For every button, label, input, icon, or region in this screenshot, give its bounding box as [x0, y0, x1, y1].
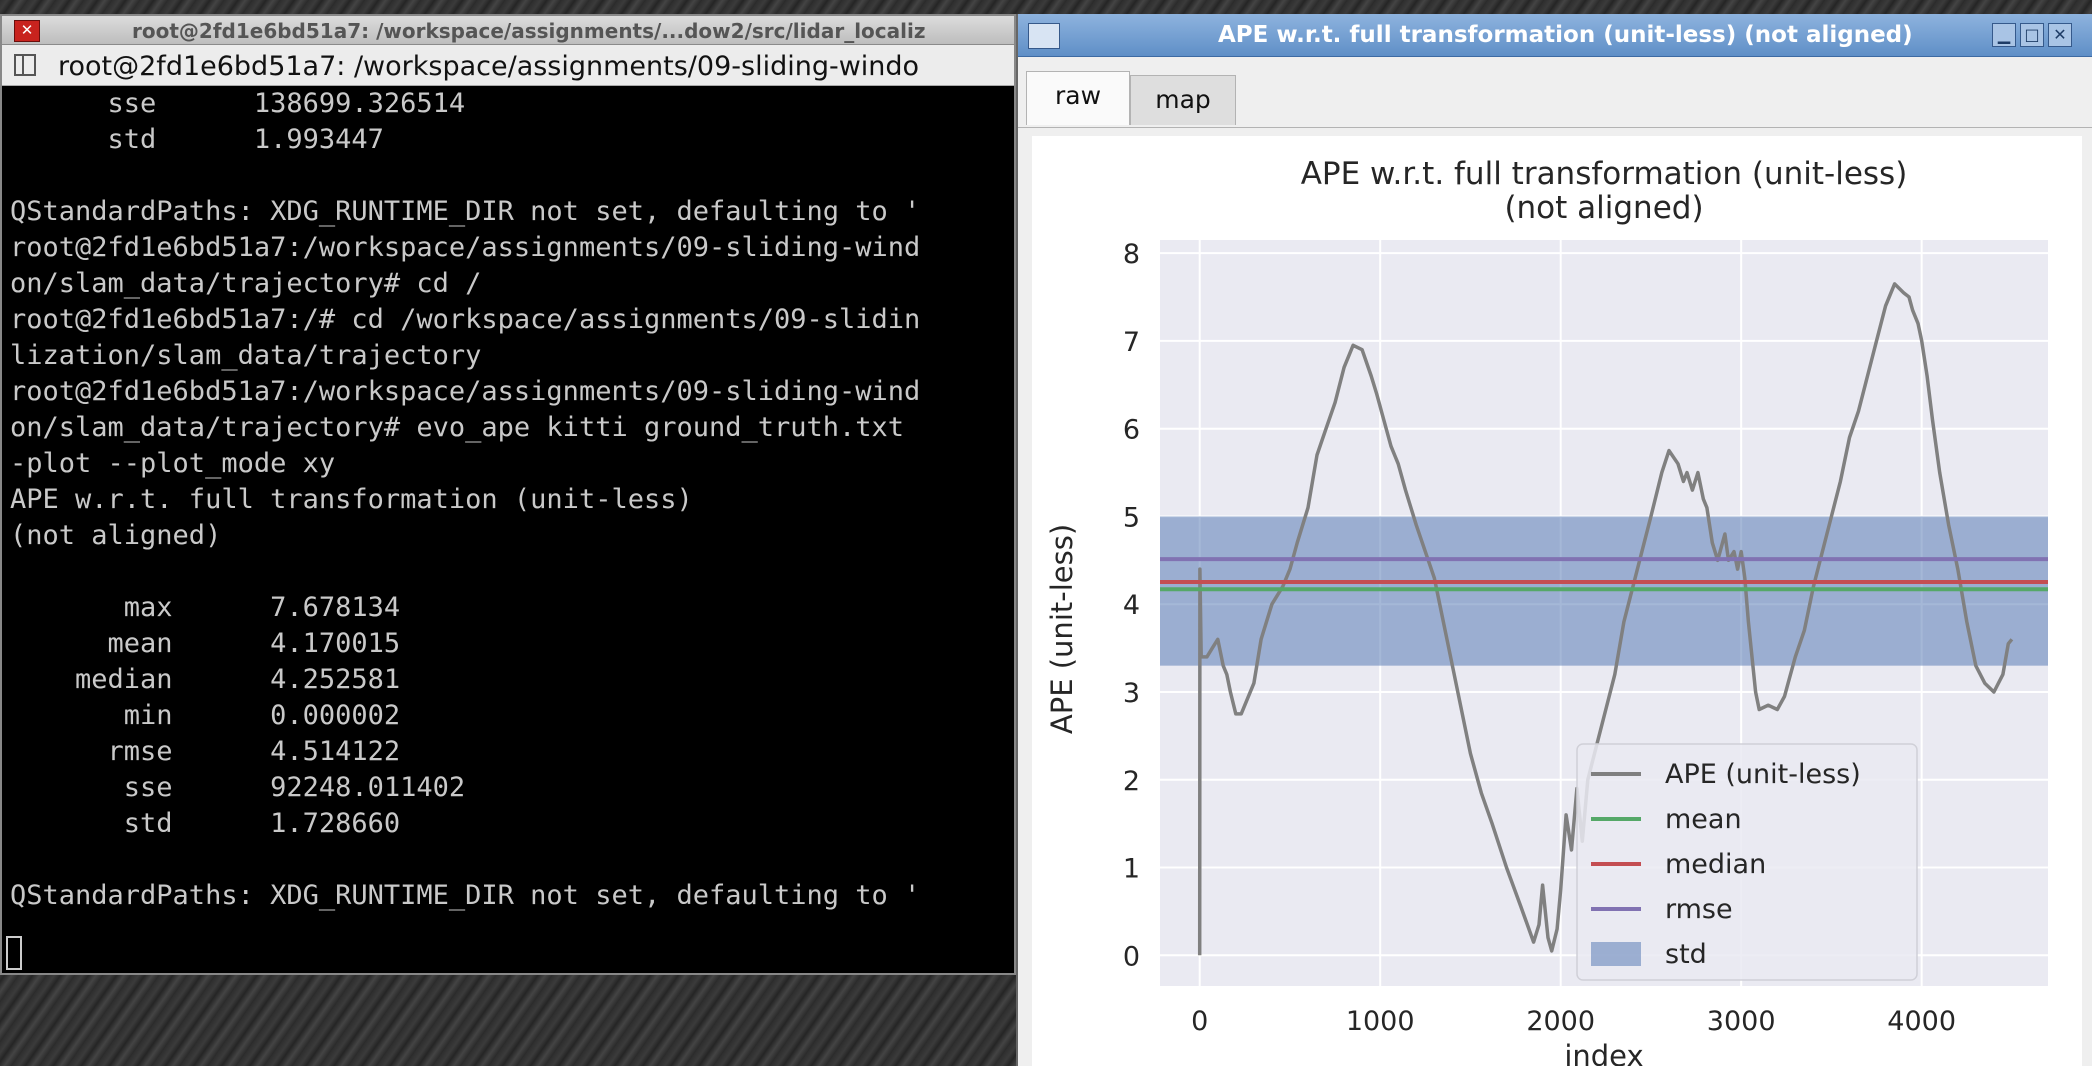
- close-icon[interactable]: ✕: [2048, 23, 2072, 47]
- plot-titlebar[interactable]: APE w.r.t. full transformation (unit-les…: [1018, 14, 2092, 57]
- terminal-line: sse 92248.011402: [10, 772, 466, 803]
- terminal-line: root@2fd1e6bd51a7:/workspace/assignments…: [10, 376, 921, 407]
- x-tick-label: 2000: [1526, 1006, 1595, 1037]
- y-tick-label: 7: [1123, 327, 1140, 358]
- terminal-titlebar[interactable]: ✕ root@2fd1e6bd51a7: /workspace/assignme…: [2, 16, 1014, 45]
- ape-chart: APE w.r.t. full transformation (unit-les…: [1032, 136, 2082, 1066]
- window-menu-icon[interactable]: [1028, 23, 1060, 49]
- y-tick-label: 0: [1123, 941, 1140, 972]
- terminal-line: root@2fd1e6bd51a7:/# cd /workspace/assig…: [10, 304, 921, 335]
- plot-tab-bar: raw map: [1018, 57, 2092, 127]
- plot-window[interactable]: APE w.r.t. full transformation (unit-les…: [1016, 14, 2092, 1066]
- terminal-line: APE w.r.t. full transformation (unit-les…: [10, 484, 693, 515]
- legend-label: rmse: [1665, 894, 1733, 925]
- terminal-window[interactable]: ✕ root@2fd1e6bd51a7: /workspace/assignme…: [0, 14, 1016, 975]
- terminal-tab-bar[interactable]: root@2fd1e6bd51a7: /workspace/assignment…: [2, 45, 1014, 86]
- legend-label: std: [1665, 939, 1707, 970]
- x-tick-label: 1000: [1346, 1006, 1415, 1037]
- y-tick-label: 4: [1123, 590, 1140, 621]
- terminal-line: -plot --plot_mode xy: [10, 448, 336, 479]
- chart-subtitle: (not aligned): [1504, 190, 1703, 226]
- tab-raw[interactable]: raw: [1026, 71, 1130, 125]
- terminal-tab-label[interactable]: root@2fd1e6bd51a7: /workspace/assignment…: [58, 51, 919, 82]
- close-icon[interactable]: ✕: [14, 20, 40, 42]
- x-tick-label: 3000: [1707, 1006, 1776, 1037]
- terminal-line: median 4.252581: [10, 664, 401, 695]
- tab-divider: [1018, 127, 2092, 128]
- y-tick-label: 3: [1123, 678, 1140, 709]
- x-tick-label: 0: [1191, 1006, 1208, 1037]
- y-tick-label: 2: [1123, 766, 1140, 797]
- terminal-tab-icon: [14, 54, 36, 76]
- maximize-icon[interactable]: □: [2020, 23, 2044, 47]
- terminal-line: std 1.728660: [10, 808, 401, 839]
- terminal-line: mean 4.170015: [10, 628, 401, 659]
- terminal-line: root@2fd1e6bd51a7:/workspace/assignments…: [10, 232, 921, 263]
- legend-label: median: [1665, 849, 1766, 880]
- terminal-line: rmse 4.514122: [10, 736, 401, 767]
- terminal-line: on/slam_data/trajectory# cd /: [10, 268, 482, 299]
- tab-map[interactable]: map: [1130, 75, 1236, 125]
- terminal-line: (not aligned): [10, 520, 222, 551]
- chart-title: APE w.r.t. full transformation (unit-les…: [1301, 156, 1908, 192]
- terminal-cursor: [6, 936, 22, 970]
- terminal-output[interactable]: sse 138699.326514 std 1.993447 QStandardP…: [10, 86, 1014, 973]
- terminal-line: max 7.678134: [10, 592, 401, 623]
- legend-label: APE (unit-less): [1665, 759, 1861, 790]
- terminal-line: lization/slam_data/trajectory: [10, 340, 482, 371]
- minimize-icon[interactable]: ▁: [1992, 23, 2016, 47]
- y-tick-label: 5: [1123, 502, 1140, 533]
- legend-swatch: [1591, 942, 1641, 966]
- terminal-line: QStandardPaths: XDG_RUNTIME_DIR not set,…: [10, 880, 921, 911]
- terminal-line: QStandardPaths: XDG_RUNTIME_DIR not set,…: [10, 196, 921, 227]
- y-axis-label: APE (unit-less): [1045, 524, 1079, 734]
- legend-label: mean: [1665, 804, 1742, 835]
- terminal-window-title: root@2fd1e6bd51a7: /workspace/assignment…: [132, 19, 926, 43]
- terminal-line: min 0.000002: [10, 700, 401, 731]
- terminal-line: on/slam_data/trajectory# evo_ape kitti g…: [10, 412, 921, 443]
- y-tick-label: 6: [1123, 415, 1140, 446]
- x-tick-label: 4000: [1887, 1006, 1956, 1037]
- plot-window-title: APE w.r.t. full transformation (unit-les…: [1218, 22, 1913, 48]
- y-tick-label: 8: [1123, 239, 1140, 270]
- terminal-line: sse 138699.326514: [10, 88, 466, 119]
- terminal-line: std 1.993447: [10, 124, 384, 155]
- y-tick-label: 1: [1123, 854, 1140, 885]
- plot-area: 0 1000 2000 3000 4000 0 1 2 3 4 5 6 7 8 APE (unit-less…: [1123, 239, 2048, 1037]
- x-axis-label: index: [1564, 1039, 1643, 1066]
